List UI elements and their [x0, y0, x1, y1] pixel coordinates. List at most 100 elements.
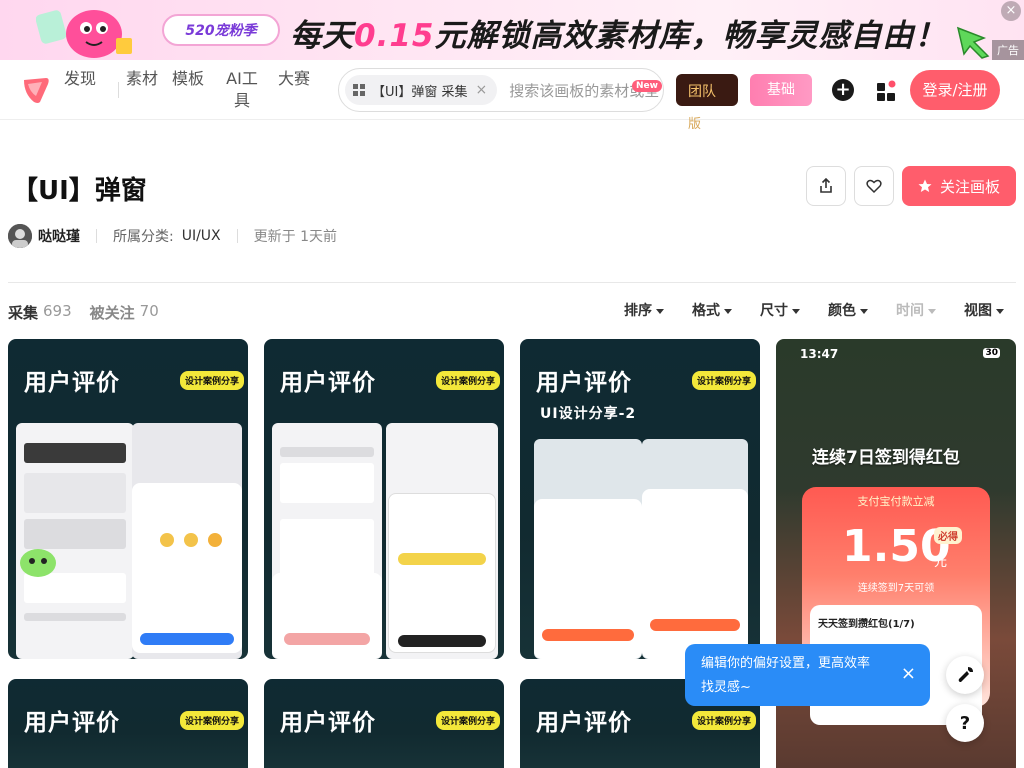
followers-tab[interactable]: 被关注 [90, 302, 135, 323]
battery-icon: 30 [983, 348, 1000, 358]
help-button[interactable]: ? [946, 704, 984, 742]
heart-icon [866, 179, 882, 194]
card-title: 用户评价 [280, 370, 376, 396]
ad-banner[interactable]: 520宠粉季 每天0.15元解锁高效素材库，畅享灵感自由！ × 广告 [0, 0, 1024, 60]
filter-color[interactable]: 颜色 [828, 300, 868, 320]
nav-discover[interactable]: 发现 [64, 68, 96, 90]
toast-line1: 编辑你的偏好设置，更高效率 [701, 656, 871, 671]
chip-close-icon[interactable]: × [475, 82, 487, 98]
chevron-down-icon [996, 308, 1004, 314]
new-badge: New [632, 80, 662, 92]
filter-view-label: 视图 [964, 303, 992, 319]
filter-time-label: 时间 [896, 303, 924, 319]
nav-contest[interactable]: 大赛 [278, 68, 310, 90]
basic-plan-button[interactable]: 基础 [750, 74, 812, 106]
search-chip-label: 【UI】弹窗 采集 [372, 84, 468, 100]
card-screenshot [272, 423, 382, 659]
card-title: 用户评价 [536, 370, 632, 396]
like-button[interactable] [854, 166, 894, 206]
toast-close-button[interactable]: × [901, 664, 916, 684]
ad-close-button[interactable]: × [1001, 1, 1021, 21]
board-meta: 哒哒瑾 所属分类: UI/UX 更新于 1天前 [8, 224, 337, 248]
pin-card[interactable]: 用户评价 设计案例分享 [264, 679, 504, 768]
pin-card[interactable]: 用户评价 设计案例分享 UI设计分享-2 [520, 339, 760, 659]
ad-text-suffix: 元解锁高效素材库，畅享灵感自由！ [434, 18, 947, 54]
reward-sub: 连续签到7天可领 [857, 583, 935, 594]
mascot-icon [36, 10, 132, 58]
toast-line2: 找灵感~ [701, 680, 751, 695]
card-title: 用户评价 [536, 710, 632, 736]
filter-time: 时间 [896, 300, 936, 320]
apps-icon[interactable] [876, 80, 898, 102]
chevron-down-icon [792, 308, 800, 314]
ad-label: 广告 [992, 40, 1024, 60]
card-screenshot [534, 439, 642, 659]
category-label: 所属分类: [113, 229, 174, 245]
card-headline: 连续7日签到得红包 [812, 448, 960, 468]
updated-time: 更新于 1天前 [253, 229, 338, 245]
category-value[interactable]: UI/UX [182, 228, 221, 244]
search-box[interactable]: 【UI】弹窗 采集 × 搜索该画板的素材或全 [338, 68, 664, 112]
follow-label: 关注画板 [939, 177, 1000, 196]
card-tag: 设计案例分享 [692, 371, 757, 390]
card-screenshot [132, 423, 242, 659]
meta-separator [236, 229, 238, 243]
team-plan-button[interactable]: 团队 [676, 74, 738, 106]
card-tag: 设计案例分享 [436, 371, 501, 390]
chevron-down-icon [724, 308, 732, 314]
card-title: 用户评价 [280, 710, 376, 736]
wrench-icon [958, 667, 973, 682]
card-screenshot [642, 439, 748, 659]
grid-icon [353, 84, 365, 96]
ad-text-highlight: 0.15 [354, 18, 435, 54]
filter-sort-label: 排序 [624, 303, 652, 319]
board-title: 【UI】弹窗 [12, 176, 147, 206]
nav-separator [118, 82, 119, 98]
filter-format[interactable]: 格式 [692, 300, 732, 320]
meta-separator [96, 229, 97, 243]
collect-tab[interactable]: 采集 [8, 302, 38, 323]
card-tag: 设计案例分享 [436, 711, 501, 730]
filter-size-label: 尺寸 [760, 303, 788, 319]
follow-board-button[interactable]: 关注画板 [902, 166, 1016, 206]
card-title: 用户评价 [24, 370, 120, 396]
filter-color-label: 颜色 [828, 303, 856, 319]
top-nav: 发现 素材 模板 AI工具 大赛 【UI】弹窗 采集 × 搜索该画板的素材或全 [0, 60, 1024, 120]
tools-button[interactable] [946, 656, 984, 694]
card-status-time: 13:47 [800, 347, 839, 361]
nav-templates[interactable]: 模板 [172, 68, 204, 90]
reward-badge: 必得 [934, 527, 962, 544]
logo-icon[interactable] [22, 76, 50, 104]
filter-view[interactable]: 视图 [964, 300, 1004, 320]
avatar-image [8, 224, 32, 248]
ad-badge: 520宠粉季 [162, 14, 280, 46]
create-plus-button[interactable]: + [832, 79, 854, 101]
nav-materials[interactable]: 素材 [126, 68, 158, 90]
filter-sort[interactable]: 排序 [624, 300, 664, 320]
team-plan-sub: 版 [688, 117, 702, 132]
share-button[interactable] [806, 166, 846, 206]
filter-size[interactable]: 尺寸 [760, 300, 800, 320]
pin-card[interactable]: 用户评价 设计案例分享 [264, 339, 504, 659]
search-scope-chip[interactable]: 【UI】弹窗 采集 × [345, 75, 498, 105]
collect-count: 693 [43, 302, 72, 320]
author-name[interactable]: 哒哒瑾 [38, 226, 80, 246]
login-register-button[interactable]: 登录/注册 [910, 70, 1000, 110]
card-screenshot [386, 423, 498, 659]
pin-card[interactable]: 用户评价 设计案例分享 [8, 679, 248, 768]
followers-count: 70 [139, 302, 159, 320]
card-subtitle: UI设计分享-2 [540, 406, 637, 422]
cursor-arrow-icon [956, 26, 990, 59]
pin-card[interactable]: 用户评价 设计案例分享 [8, 339, 248, 659]
chevron-down-icon [656, 308, 664, 314]
filter-format-label: 格式 [692, 303, 720, 319]
card-title: 用户评价 [24, 710, 120, 736]
nav-ai-tools[interactable]: AI工具 [224, 68, 260, 112]
card-tag: 设计案例分享 [692, 711, 757, 730]
avatar[interactable] [8, 224, 32, 248]
ad-headline: 每天0.15元解锁高效素材库，畅享灵感自由！ [290, 10, 947, 55]
board-stats: 采集 693 被关注 70 [8, 302, 159, 323]
mascot-icon [20, 549, 56, 577]
share-icon [820, 178, 832, 193]
ad-text-prefix: 每天 [290, 18, 354, 54]
